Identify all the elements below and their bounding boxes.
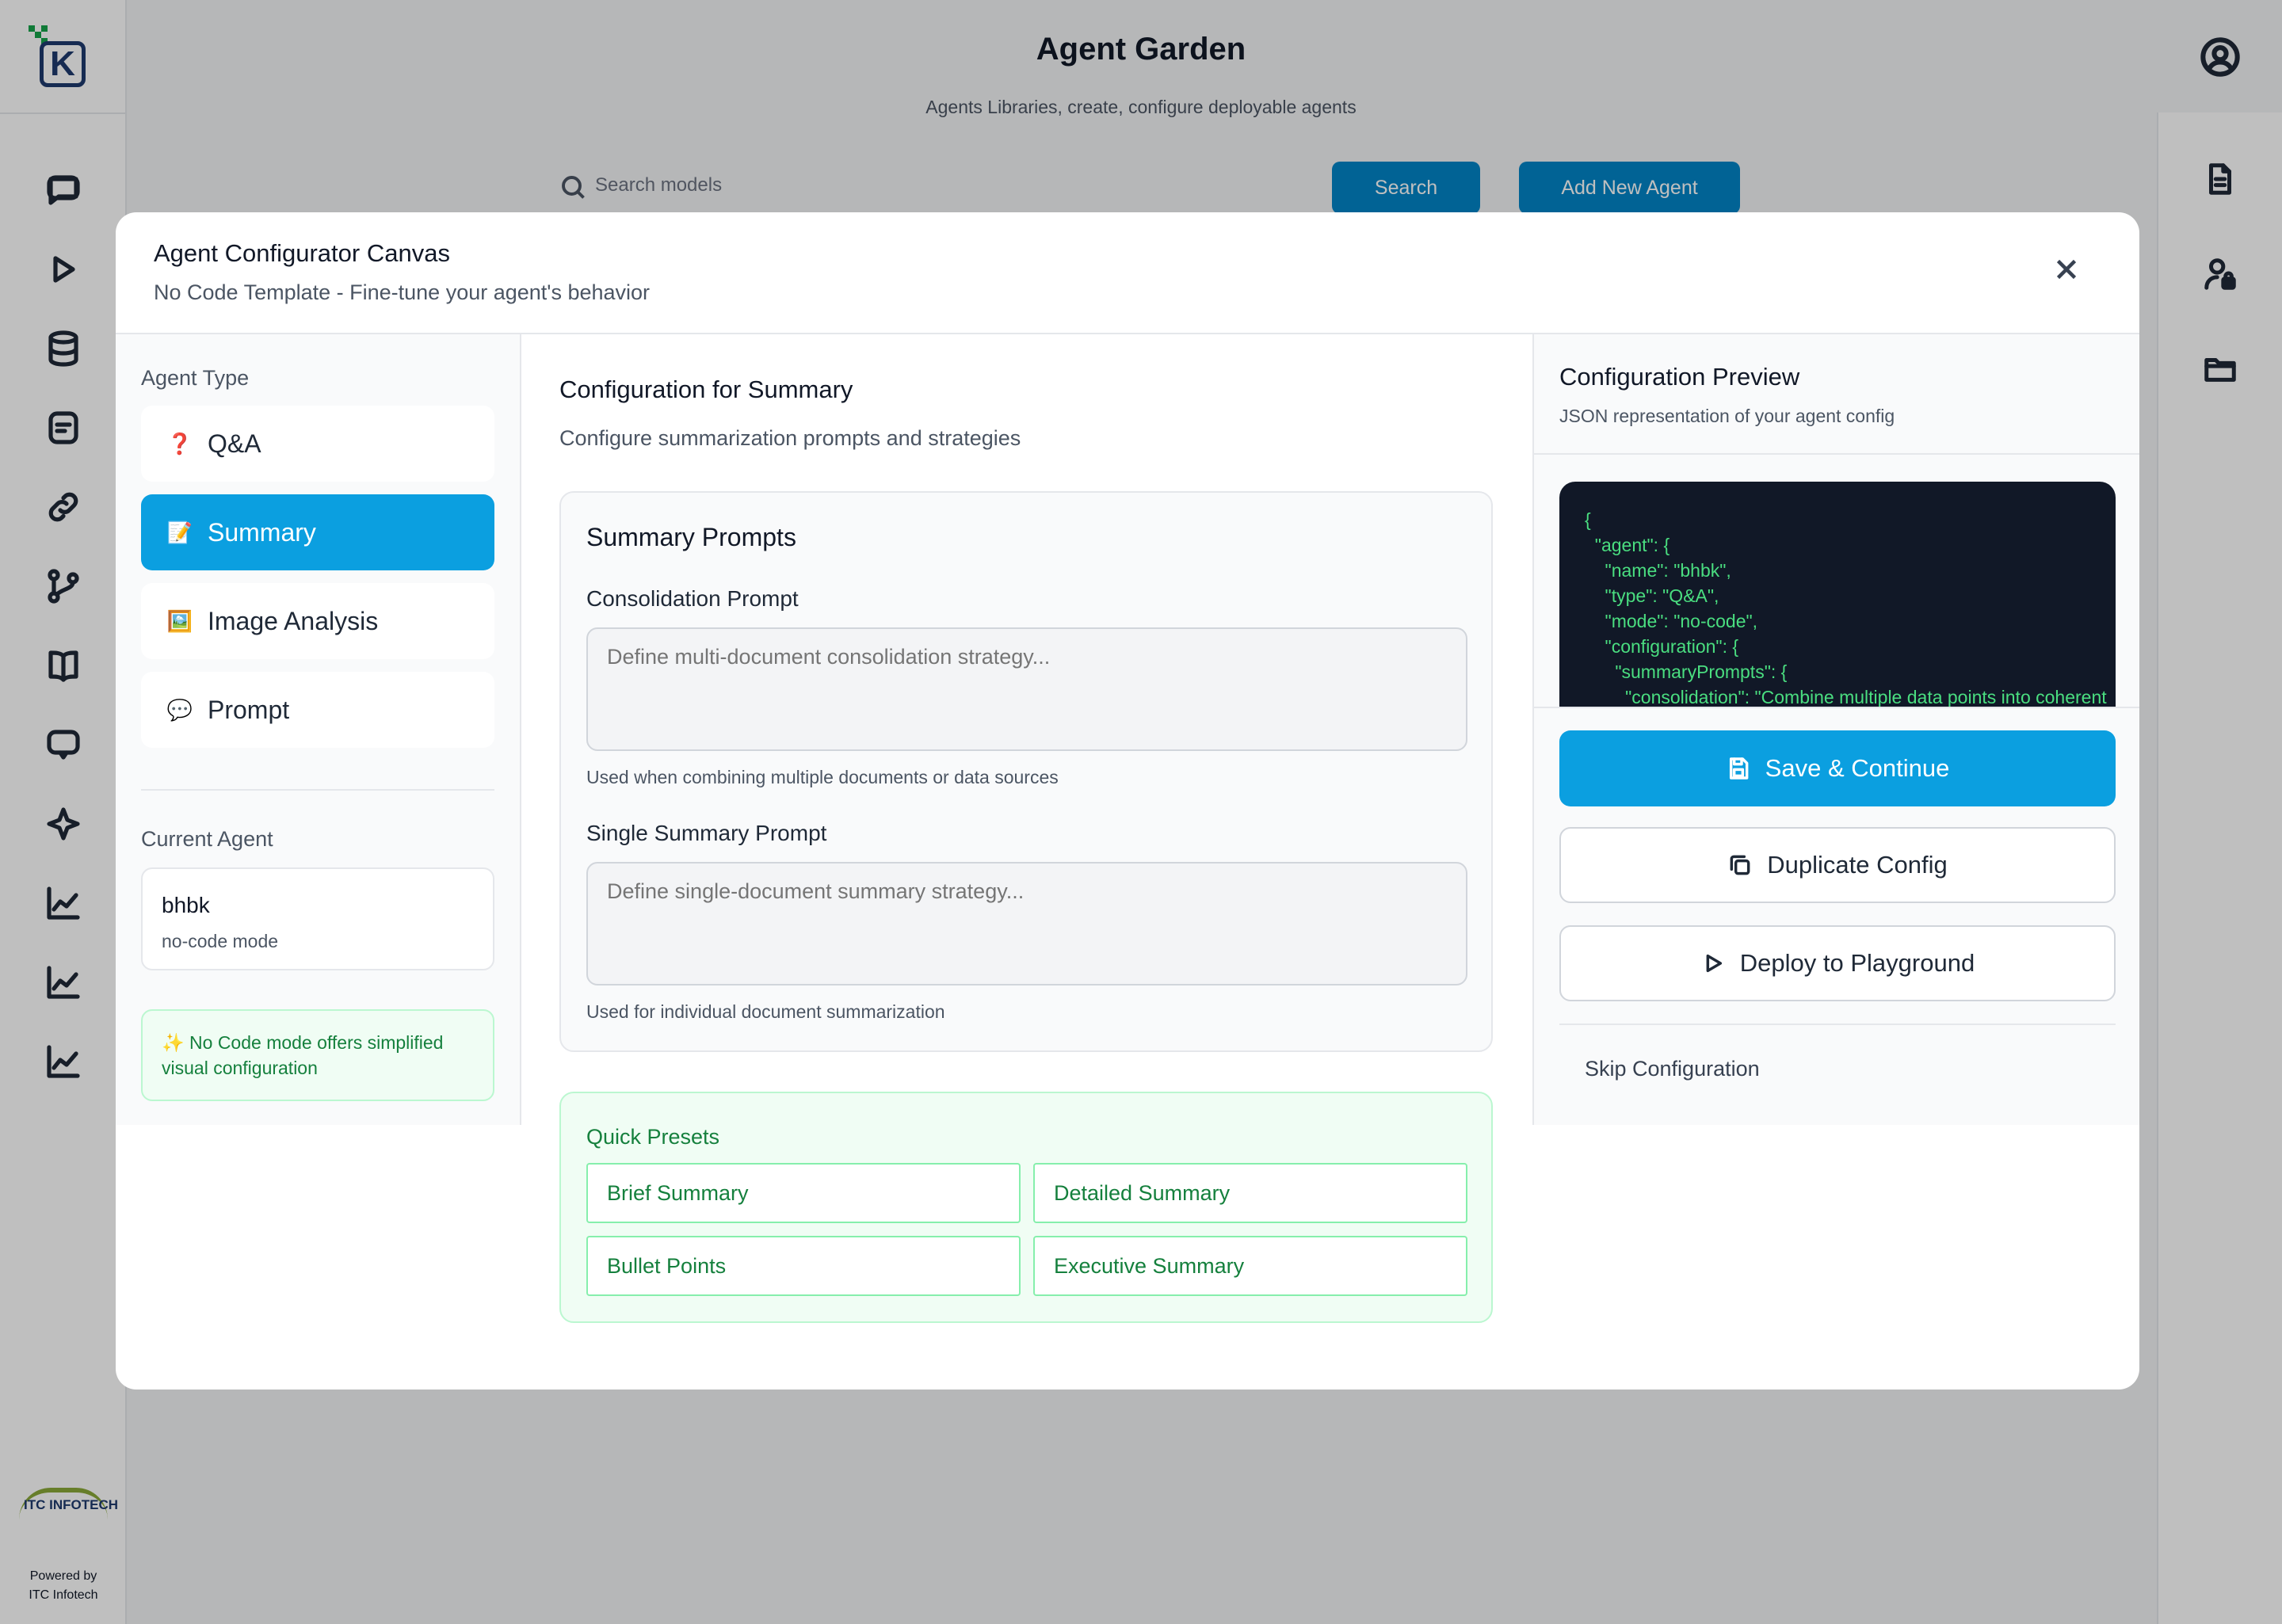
agent-type-image-analysis[interactable]: 🖼️ Image Analysis	[141, 583, 494, 659]
agent-mode: no-code mode	[162, 931, 279, 951]
memo-icon: 📝	[166, 520, 193, 544]
duplicate-config-label: Duplicate Config	[1767, 851, 1948, 879]
agent-type-prompt[interactable]: 💬 Prompt	[141, 672, 494, 748]
no-code-info-note: ✨ No Code mode offers simplified visual …	[141, 1009, 494, 1101]
preset-detailed-summary-button[interactable]: Detailed Summary	[1033, 1163, 1467, 1223]
single-summary-prompt-field[interactable]	[586, 862, 1467, 985]
play-icon	[1706, 954, 1722, 973]
skip-configuration-button[interactable]: Skip Configuration	[1585, 1057, 1760, 1081]
quick-presets-card: Quick Presets Brief Summary Detailed Sum…	[559, 1092, 1493, 1323]
config-title: Configuration for Summary	[559, 376, 853, 403]
summary-prompts-title: Summary Prompts	[586, 523, 796, 551]
preset-brief-summary-button[interactable]: Brief Summary	[586, 1163, 1021, 1223]
json-preview[interactable]: { "agent": { "name": "bhbk", "type": "Q&…	[1559, 482, 2116, 707]
config-subtitle: Configure summarization prompts and stra…	[559, 426, 1021, 450]
deploy-playground-button[interactable]: Deploy to Playground	[1559, 925, 2116, 1001]
modal-subtitle: No Code Template - Fine-tune your agent'…	[154, 280, 651, 304]
single-summary-prompt-label: Single Summary Prompt	[586, 821, 827, 845]
picture-icon: 🖼️	[166, 608, 193, 633]
agent-name: bhbk	[162, 893, 210, 917]
divider	[1534, 453, 2139, 455]
agent-type-label: Image Analysis	[208, 606, 379, 635]
modal-title: Agent Configurator Canvas	[154, 239, 450, 267]
divider	[141, 789, 494, 791]
consolidation-prompt-field[interactable]	[586, 627, 1467, 751]
configuration-preview-panel: Configuration Preview JSON representatio…	[1532, 334, 2139, 1125]
deploy-playground-label: Deploy to Playground	[1739, 949, 1975, 977]
agent-type-label: Summary	[208, 517, 316, 547]
save-continue-button[interactable]: Save & Continue	[1559, 730, 2116, 806]
agent-type-label: Prompt	[208, 695, 290, 724]
agent-type-qa[interactable]: ❓ Q&A	[141, 406, 494, 482]
quick-presets-title: Quick Presets	[586, 1125, 720, 1149]
question-icon: ❓	[166, 431, 193, 456]
divider	[1559, 1024, 2116, 1025]
preset-bullet-points-button[interactable]: Bullet Points	[586, 1236, 1021, 1296]
current-agent-card: bhbk no-code mode	[141, 867, 494, 970]
preview-title: Configuration Preview	[1559, 363, 1800, 391]
copy-icon	[1730, 855, 1750, 875]
agent-type-panel: Agent Type ❓ Q&A 📝 Summary 🖼️ Image Anal…	[116, 334, 521, 1125]
agent-type-label: Q&A	[208, 429, 261, 458]
save-icon	[1729, 757, 1749, 780]
preset-executive-summary-button[interactable]: Executive Summary	[1033, 1236, 1467, 1296]
summary-prompts-card: Summary Prompts Consolidation Prompt Use…	[559, 491, 1493, 1052]
modal-header: Agent Configurator Canvas No Code Templa…	[116, 212, 2139, 334]
current-agent-label: Current Agent	[141, 827, 273, 851]
agent-configurator-modal: Agent Configurator Canvas No Code Templa…	[116, 212, 2139, 1390]
consolidation-prompt-help: Used when combining multiple documents o…	[586, 767, 1059, 787]
agent-type-summary[interactable]: 📝 Summary	[141, 494, 494, 570]
duplicate-config-button[interactable]: Duplicate Config	[1559, 827, 2116, 903]
agent-type-label: Agent Type	[141, 366, 250, 390]
json-preview-text: { "agent": { "name": "bhbk", "type": "Q&…	[1585, 509, 2107, 707]
speech-bubble-icon: 💬	[166, 697, 193, 722]
close-icon[interactable]	[2052, 255, 2081, 284]
save-continue-label: Save & Continue	[1765, 754, 1950, 782]
single-summary-prompt-help: Used for individual document summarizati…	[586, 1001, 945, 1022]
divider	[1534, 707, 2139, 708]
consolidation-prompt-label: Consolidation Prompt	[586, 586, 799, 611]
preview-subtitle: JSON representation of your agent config	[1559, 406, 1895, 426]
configuration-panel: Configuration for Summary Configure summ…	[521, 334, 1493, 1390]
